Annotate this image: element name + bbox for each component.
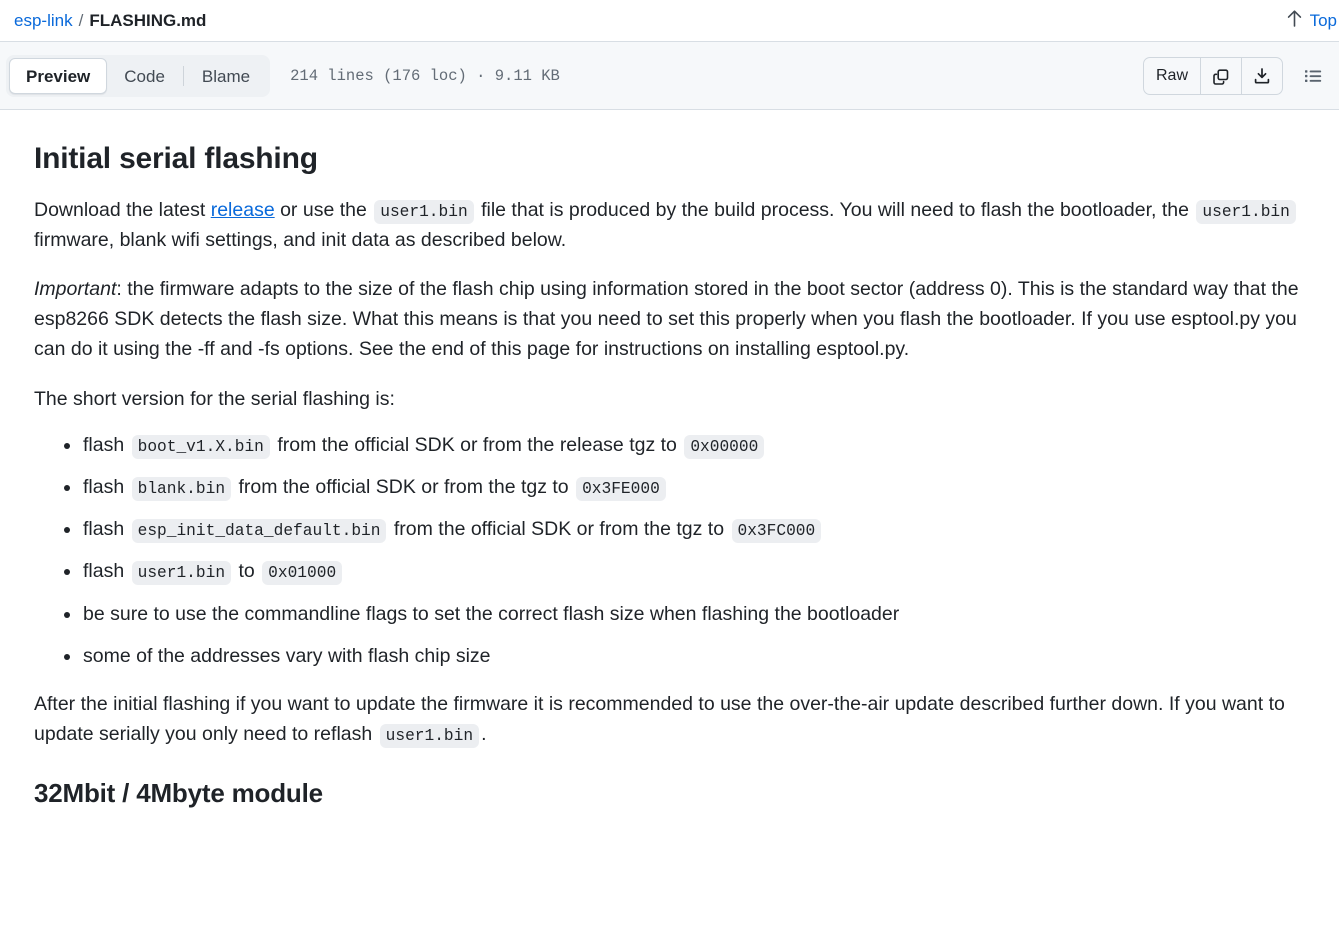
code-user1-bin-3: user1.bin <box>131 561 232 586</box>
code-addr-0x00000: 0x00000 <box>684 434 765 459</box>
code-blank-bin: blank.bin <box>131 477 232 502</box>
raw-button[interactable]: Raw <box>1144 58 1200 94</box>
download-icon[interactable] <box>1241 57 1282 94</box>
important-emphasis: Important <box>34 277 117 300</box>
file-action-button-group: Raw <box>1142 56 1283 95</box>
p2-text: : the firmware adapts to the size of the… <box>34 277 1299 361</box>
code-user1-bin-1: user1.bin <box>374 199 474 224</box>
paragraph-after-flashing: After the initial flashing if you want t… <box>34 689 1305 749</box>
bullet-2-text-2: from the official SDK or from the tgz to <box>233 476 575 499</box>
code-addr-0x01000: 0x01000 <box>262 561 343 586</box>
list-item: be sure to use the commandline flags to … <box>64 599 1305 629</box>
p4-text-2: . <box>481 723 487 746</box>
p1-text-2: or use the <box>274 198 373 221</box>
tab-blame[interactable]: Blame <box>185 58 267 94</box>
list-item: flash blank.bin from the official SDK or… <box>64 472 1305 502</box>
tab-code[interactable]: Code <box>107 58 182 94</box>
breadcrumb-bar: esp-link / FLASHING.md Top <box>0 0 1339 41</box>
code-addr-0x3fc000: 0x3FC000 <box>731 519 822 544</box>
bullet-1-text-1: flash <box>83 433 130 456</box>
code-addr-0x3fe000: 0x3FE000 <box>576 477 666 502</box>
release-link[interactable]: release <box>211 199 275 221</box>
bullet-6-text: some of the addresses vary with flash ch… <box>83 644 491 667</box>
paragraph-short-version: The short version for the serial flashin… <box>34 387 395 410</box>
list-item: some of the addresses vary with flash ch… <box>64 641 1305 671</box>
back-to-top-link[interactable]: Top <box>1286 9 1339 33</box>
p4-text-1: After the initial flashing if you want t… <box>34 693 1285 746</box>
breadcrumb-filename: FLASHING.md <box>89 10 207 30</box>
paragraph-important: Important: the firmware adapts to the si… <box>34 274 1305 365</box>
breadcrumb-repo-link[interactable]: esp-link <box>14 11 73 31</box>
bullet-1-text-2: from the official SDK or from the releas… <box>271 433 683 456</box>
code-user1-bin-4: user1.bin <box>379 724 480 749</box>
list-item: flash boot_v1.X.bin from the official SD… <box>64 430 1305 460</box>
bullet-4-text-2: to <box>233 560 261 583</box>
back-to-top-label: Top <box>1309 10 1337 30</box>
code-user1-bin-2: user1.bin <box>1196 199 1296 224</box>
view-mode-segmented-control: Preview Code Blame <box>6 54 271 97</box>
bullet-5-text: be sure to use the commandline flags to … <box>83 602 900 625</box>
file-meta-label: 214 lines (176 loc) · 9.11 KB <box>290 66 560 85</box>
markdown-content: Initial serial flashing Download the lat… <box>0 110 1339 813</box>
bullet-4-text-1: flash <box>83 560 130 583</box>
p1-text-3: file that is produced by the build proce… <box>475 198 1195 221</box>
section-heading-module: 32Mbit / 4Mbyte module <box>34 777 323 808</box>
p1-text-4: firmware, blank wifi settings, and init … <box>34 228 567 251</box>
bullet-3-text-2: from the official SDK or from the tgz to <box>388 518 730 541</box>
bullet-3-text-1: flash <box>83 518 130 541</box>
code-boot-bin: boot_v1.X.bin <box>131 434 270 459</box>
code-esp-init-data-bin: esp_init_data_default.bin <box>131 519 387 544</box>
toolbar-actions: Raw <box>1142 56 1329 95</box>
breadcrumb-separator: / <box>78 10 84 30</box>
paragraph-download: Download the latest release or use the u… <box>34 195 1305 255</box>
segmented-divider <box>182 65 184 86</box>
list-outline-icon[interactable] <box>1297 60 1329 92</box>
bullet-2-text-1: flash <box>83 476 130 499</box>
tab-preview[interactable]: Preview <box>9 57 108 94</box>
flash-steps-list: flash boot_v1.X.bin from the official SD… <box>34 430 1305 671</box>
file-toolbar: Preview Code Blame 214 lines (176 loc) ·… <box>0 41 1339 110</box>
page-title: Initial serial flashing <box>34 142 318 175</box>
p1-text-1: Download the latest <box>34 198 211 221</box>
list-item: flash esp_init_data_default.bin from the… <box>64 514 1305 544</box>
copy-icon[interactable] <box>1200 57 1241 94</box>
list-item: flash user1.bin to 0x01000 <box>64 556 1305 586</box>
arrow-up-icon <box>1286 9 1303 33</box>
